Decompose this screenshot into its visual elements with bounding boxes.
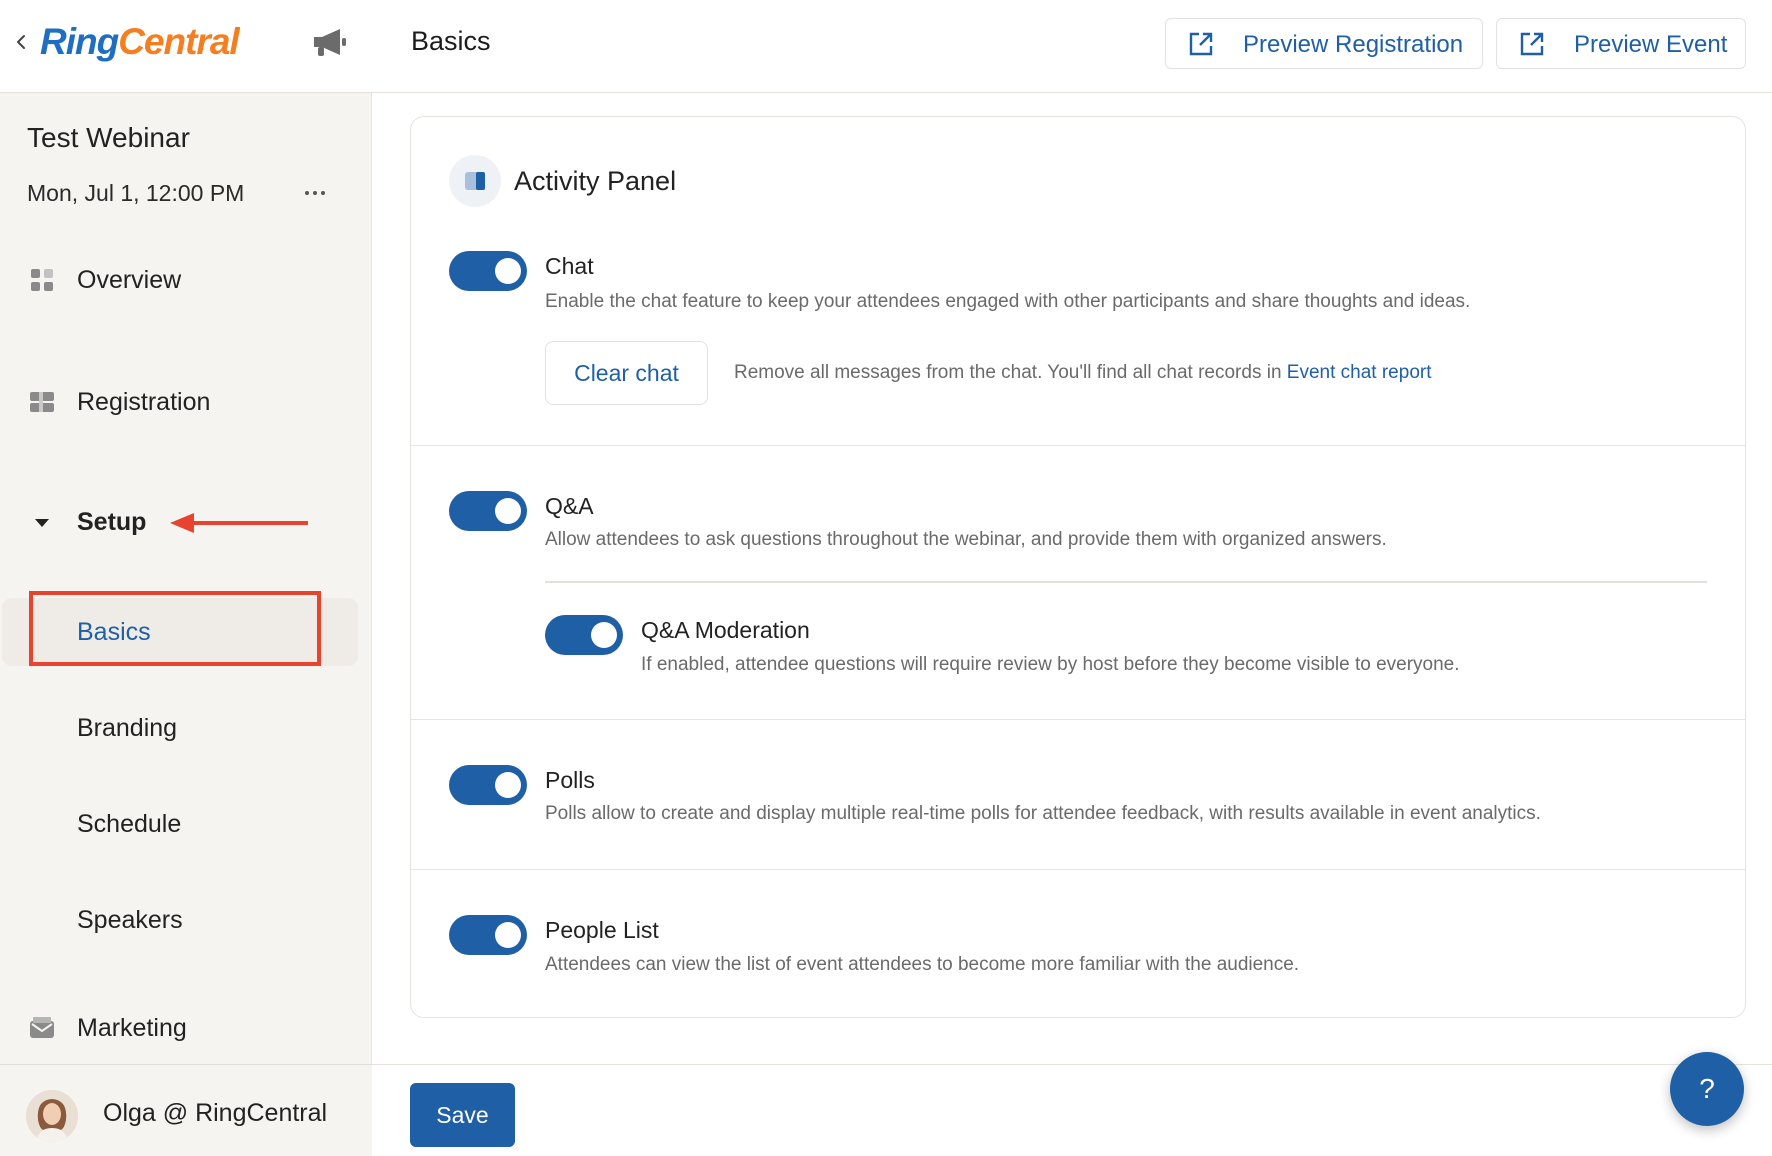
nav-item-marketing[interactable]: Marketing xyxy=(0,998,372,1058)
sidebar-item-label: Speakers xyxy=(77,905,183,934)
chat-toggle[interactable] xyxy=(449,251,527,291)
preview-registration-label: Preview Registration xyxy=(1243,31,1464,58)
polls-toggle[interactable] xyxy=(449,765,527,805)
clear-chat-button[interactable]: Clear chat xyxy=(545,341,708,405)
nav-label-marketing: Marketing xyxy=(77,1013,187,1042)
clear-chat-description: Remove all messages from the chat. You'l… xyxy=(734,362,1432,384)
nav-item-registration[interactable]: Registration xyxy=(0,372,372,432)
nav-label-setup: Setup xyxy=(77,507,147,536)
panel-icon xyxy=(449,155,501,207)
nav-label-overview: Overview xyxy=(77,265,182,294)
caret-down-icon xyxy=(35,519,49,527)
clear-chat-label: Clear chat xyxy=(574,360,679,386)
section-divider xyxy=(411,719,1745,720)
sidebar-item-label: Branding xyxy=(77,713,178,742)
sidebar-item-label: Basics xyxy=(77,617,151,646)
sub-divider xyxy=(545,581,1707,583)
polls-title: Polls xyxy=(545,767,595,793)
external-link-icon xyxy=(1189,32,1213,56)
nav-label-registration: Registration xyxy=(77,387,211,416)
help-icon: ? xyxy=(1699,1073,1715,1104)
sidebar-item-schedule[interactable]: Schedule xyxy=(0,790,360,858)
qa-title: Q&A xyxy=(545,493,594,519)
more-options-icon[interactable] xyxy=(300,178,330,208)
bottom-bar: Save xyxy=(372,1064,1772,1156)
grid-icon xyxy=(31,269,53,291)
sidebar-item-branding[interactable]: Branding xyxy=(0,694,360,762)
avatar xyxy=(26,1090,78,1142)
page-title: Basics xyxy=(411,26,491,56)
megaphone-icon[interactable] xyxy=(310,25,350,59)
external-link-icon xyxy=(1520,32,1544,56)
polls-description: Polls allow to create and display multip… xyxy=(545,803,1541,824)
section-divider xyxy=(411,869,1745,870)
sidebar-item-basics[interactable]: Basics xyxy=(2,598,358,666)
panel-title: Activity Panel xyxy=(514,166,677,196)
save-button[interactable]: Save xyxy=(410,1083,515,1147)
qa-moderation-description: If enabled, attendee questions will requ… xyxy=(641,654,1460,675)
people-list-description: Attendees can view the list of event att… xyxy=(545,954,1300,975)
user-profile[interactable]: Olga @ RingCentral xyxy=(0,1064,372,1156)
preview-event-button[interactable]: Preview Event xyxy=(1496,18,1746,69)
clear-chat-text: Remove all messages from the chat. You'l… xyxy=(734,362,1282,383)
sidebar-item-label: Schedule xyxy=(77,809,182,838)
help-button[interactable]: ? xyxy=(1670,1052,1744,1126)
people-list-title: People List xyxy=(545,917,659,943)
qa-moderation-toggle[interactable] xyxy=(545,615,623,655)
user-name: Olga @ RingCentral xyxy=(103,1099,328,1127)
chat-title: Chat xyxy=(545,253,594,279)
event-date: Mon, Jul 1, 12:00 PM xyxy=(27,180,245,206)
logo-text-ring: Ring xyxy=(40,21,119,62)
logo-text-central: Central xyxy=(118,21,239,62)
sidebar: RingCentral Test Webinar Mon, Jul 1, 12:… xyxy=(0,0,372,1156)
preview-registration-button[interactable]: Preview Registration xyxy=(1165,18,1483,69)
ringcentral-logo[interactable]: RingCentral xyxy=(40,14,240,70)
mail-icon xyxy=(30,1017,54,1038)
save-label: Save xyxy=(436,1102,489,1128)
chat-description: Enable the chat feature to keep your att… xyxy=(545,291,1471,312)
nav-item-overview[interactable]: Overview xyxy=(0,250,372,310)
qa-moderation-title: Q&A Moderation xyxy=(641,617,810,643)
activity-panel-card: Activity Panel Chat Enable the chat feat… xyxy=(410,116,1746,1018)
registration-icon xyxy=(30,392,54,412)
chevron-left-icon[interactable] xyxy=(14,30,28,54)
qa-description: Allow attendees to ask questions through… xyxy=(545,529,1387,550)
preview-event-label: Preview Event xyxy=(1574,31,1728,58)
people-list-toggle[interactable] xyxy=(449,915,527,955)
event-chat-report-link[interactable]: Event chat report xyxy=(1287,362,1432,383)
sidebar-item-speakers[interactable]: Speakers xyxy=(0,886,360,954)
qa-toggle[interactable] xyxy=(449,491,527,531)
sidebar-header: RingCentral xyxy=(0,0,372,93)
top-bar: Basics Preview Registration Preview Even… xyxy=(372,0,1772,93)
section-divider xyxy=(411,445,1745,446)
nav-item-setup[interactable]: Setup xyxy=(0,492,372,552)
event-title: Test Webinar xyxy=(27,122,190,153)
